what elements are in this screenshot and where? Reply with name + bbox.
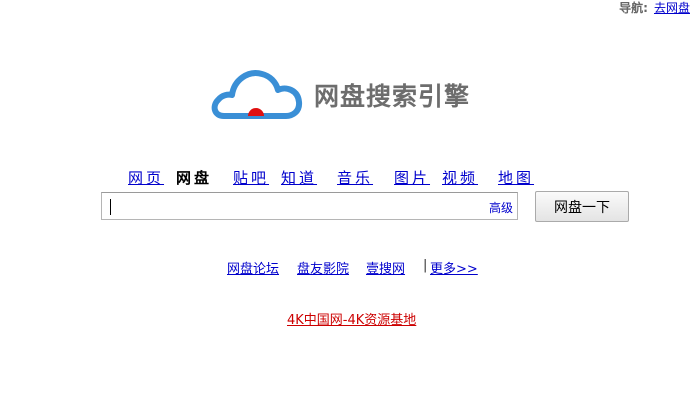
- more-link[interactable]: 更多>>: [430, 258, 478, 277]
- logo: 网盘搜索引擎: [210, 62, 480, 124]
- tab-netdisk[interactable]: 网盘: [176, 167, 212, 188]
- search-input[interactable]: [108, 196, 478, 216]
- tab-web[interactable]: 网页: [128, 167, 164, 188]
- search-button[interactable]: 网盘一下: [535, 191, 629, 222]
- tab-zhidao[interactable]: 知道: [281, 167, 317, 188]
- forum-link[interactable]: 网盘论坛: [227, 258, 279, 277]
- separator: |: [423, 258, 428, 273]
- tab-images[interactable]: 图片: [394, 167, 430, 188]
- yisou-link[interactable]: 壹搜网: [366, 258, 405, 277]
- search-box: 高级: [101, 192, 518, 220]
- cinema-link[interactable]: 盘友影院: [297, 258, 349, 277]
- tab-map[interactable]: 地图: [498, 167, 534, 188]
- search-tabs: 网页 网盘 贴吧 知道 音乐 图片 视频 地图: [0, 167, 699, 187]
- page: 导航: 去网盘 网盘搜索引擎 网页 网盘 贴吧 知道 音乐 图片 视频 地图 高级…: [0, 0, 699, 400]
- tab-tieba[interactable]: 贴吧: [233, 167, 269, 188]
- top-navigation: 导航: 去网盘: [619, 1, 690, 15]
- text-caret: [110, 199, 111, 215]
- nav-label: 导航:: [619, 1, 648, 15]
- links-row: 网盘论坛 盘友影院 壹搜网 | 更多>>: [0, 258, 699, 277]
- advanced-search-link[interactable]: 高级: [489, 199, 513, 216]
- logo-text: 网盘搜索引擎: [314, 82, 471, 111]
- tab-music[interactable]: 音乐: [337, 167, 373, 188]
- tab-video[interactable]: 视频: [442, 167, 478, 188]
- cloud-logo-icon: [211, 70, 303, 119]
- go-netdisk-link[interactable]: 去网盘: [654, 1, 690, 15]
- promo-link[interactable]: 4K中国网-4K资源基地: [287, 309, 416, 328]
